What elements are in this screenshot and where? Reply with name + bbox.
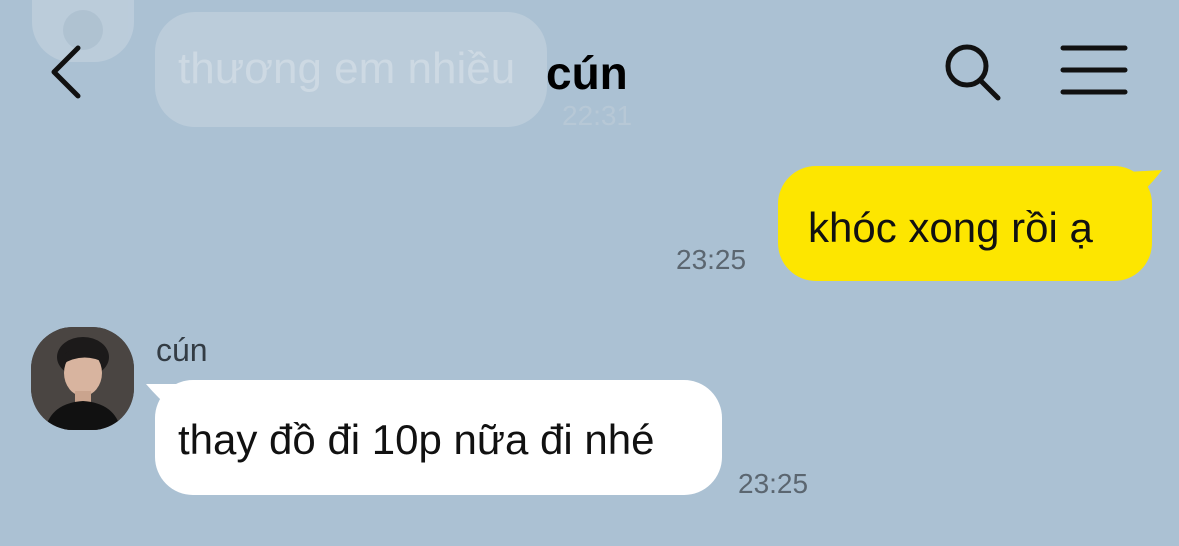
chat-screen: thương em nhiều 22:31 cún khóc xong rồi … bbox=[0, 0, 1179, 546]
incoming-message-time: 23:25 bbox=[738, 468, 809, 499]
chevron-left-icon[interactable] bbox=[40, 42, 94, 102]
sender-avatar[interactable] bbox=[31, 327, 134, 430]
outgoing-message-text: khóc xong rồi ạ bbox=[808, 204, 1093, 251]
search-icon[interactable] bbox=[940, 40, 1004, 104]
sender-name: cún bbox=[156, 332, 208, 368]
chat-title: cún bbox=[546, 47, 628, 99]
hamburger-menu-icon[interactable] bbox=[1060, 44, 1128, 96]
chat-header: cún bbox=[0, 0, 1179, 140]
outgoing-message-time: 23:25 bbox=[676, 244, 747, 275]
incoming-message-text: thay đồ đi 10p nữa đi nhé bbox=[178, 416, 655, 463]
outgoing-bubble-tail bbox=[1128, 168, 1164, 204]
